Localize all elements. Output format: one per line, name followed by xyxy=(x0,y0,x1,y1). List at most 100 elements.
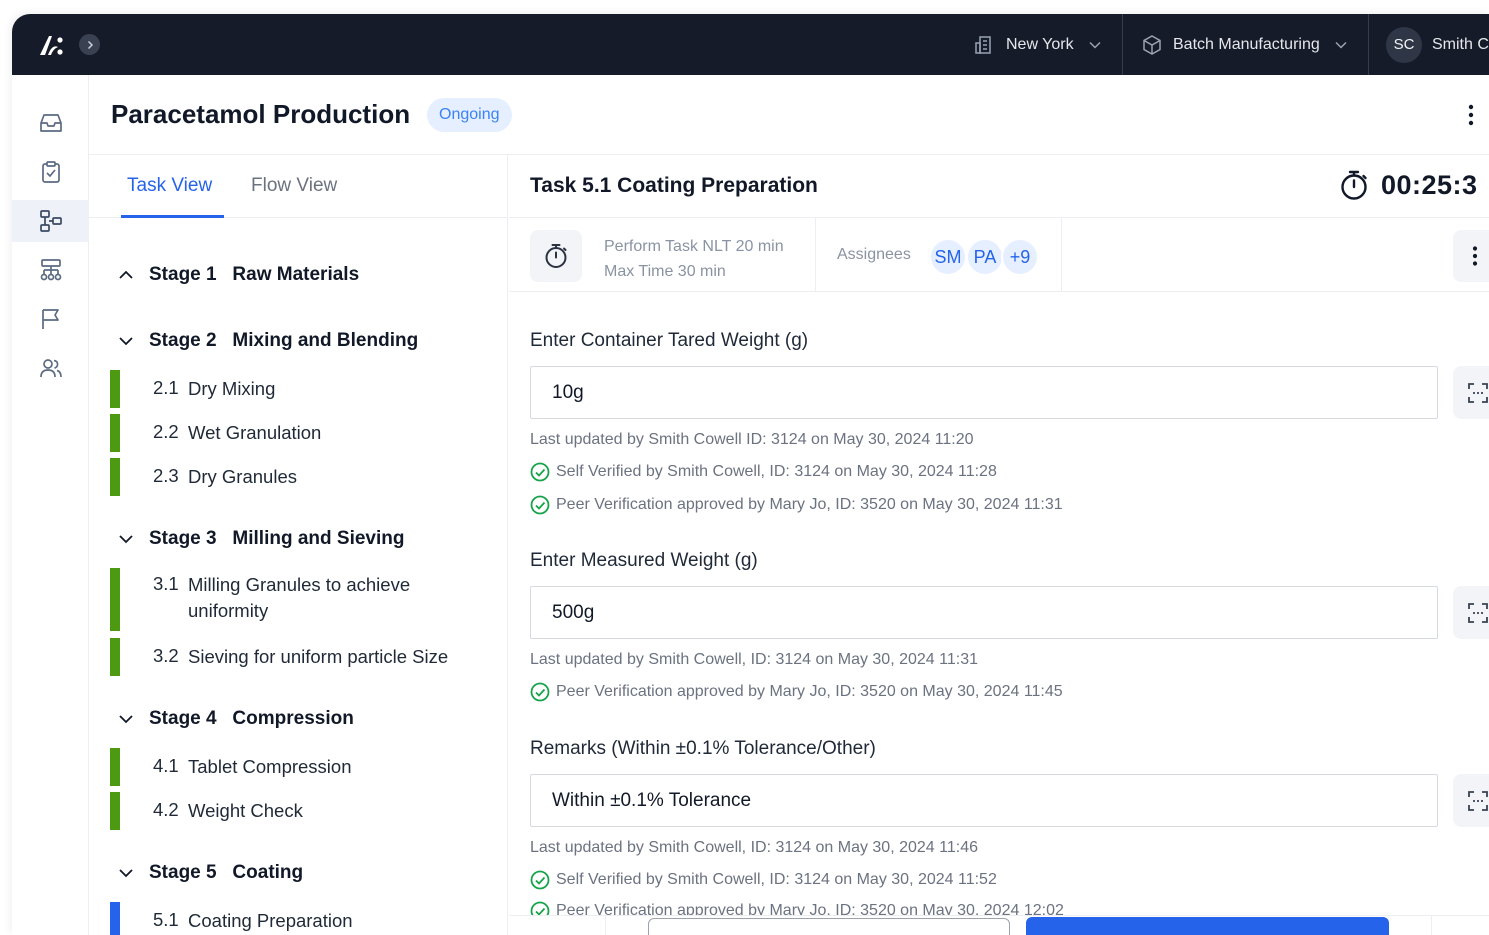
more-assignees-chip[interactable]: +9 xyxy=(1001,238,1039,276)
max-time: Max Time 30 min xyxy=(604,263,726,280)
last-updated-text: Last updated by Smith Cowell ID: 3124 on… xyxy=(530,431,974,448)
task-name: Coating Preparation xyxy=(188,910,353,931)
nav-inbox[interactable] xyxy=(12,102,89,144)
task-item[interactable]: 4.1 Tablet Compression xyxy=(110,748,352,786)
verification-text: Self Verified by Smith Cowell, ID: 3124 … xyxy=(556,463,997,480)
scan-button[interactable] xyxy=(1453,586,1489,639)
stage-label: Stage 2 Mixing and Blending xyxy=(149,330,419,351)
last-updated-text: Last updated by Smith Cowell, ID: 3124 o… xyxy=(530,839,978,856)
status-bar xyxy=(110,748,120,786)
stopwatch-icon xyxy=(545,244,567,268)
topbar-divider xyxy=(1122,14,1123,75)
scan-button[interactable] xyxy=(1453,774,1489,827)
field-label: Enter Measured Weight (g) xyxy=(530,550,758,571)
task-number: 2.2 xyxy=(153,421,179,442)
status-bar xyxy=(110,458,120,496)
task-item[interactable]: 2.2 Wet Granulation xyxy=(110,414,321,452)
task-number: 2.3 xyxy=(153,465,179,486)
task-item[interactable]: 2.1 Dry Mixing xyxy=(110,370,275,408)
stage-header[interactable]: Stage 5 Coating xyxy=(89,858,303,888)
field-label: Enter Container Tared Weight (g) xyxy=(530,330,809,351)
task-timer: 00:25:3 xyxy=(1339,169,1478,201)
stage-label: Stage 1 Raw Materials xyxy=(149,264,360,285)
stage-header[interactable]: Stage 4 Compression xyxy=(89,704,354,734)
chevron-right-icon xyxy=(87,40,93,49)
check-circle-icon xyxy=(530,462,550,482)
nav-users[interactable] xyxy=(12,347,89,389)
view-tabs: Task View Flow View xyxy=(89,155,507,218)
department-selector[interactable]: Batch Manufacturing xyxy=(1141,14,1348,75)
status-bar xyxy=(110,902,120,935)
assignees-label: Assignees xyxy=(837,246,911,263)
task-number: 2.1 xyxy=(153,377,179,398)
stage-header[interactable]: Stage 2 Mixing and Blending xyxy=(89,326,418,356)
task-item[interactable]: 3.1 Milling Granules to achieve uniformi… xyxy=(110,568,410,631)
chevron-down-icon xyxy=(1089,41,1101,49)
check-circle-icon xyxy=(530,495,550,515)
task-number: 4.1 xyxy=(153,755,179,776)
task-item[interactable]: 3.2 Sieving for uniform particle Size xyxy=(110,638,448,676)
task-item-active[interactable]: 5.1 Coating Preparation xyxy=(110,902,353,935)
task-name: Tablet Compression xyxy=(188,756,352,777)
task-name: Milling Granules to achieve xyxy=(188,574,411,595)
department-label: Batch Manufacturing xyxy=(1173,35,1320,53)
tab-task-view[interactable]: Task View xyxy=(127,175,212,197)
secondary-action-button[interactable] xyxy=(648,918,1010,935)
scan-button[interactable] xyxy=(1453,366,1489,419)
assignee-avatar[interactable]: SM xyxy=(929,238,967,276)
stage-label: Stage 5 Coating xyxy=(149,862,304,883)
process-flow-icon xyxy=(39,210,62,232)
stage-list-panel: Task View Flow View Stage 1 Raw Material… xyxy=(89,155,508,935)
task-name: Weight Check xyxy=(188,800,303,821)
box-icon xyxy=(1143,34,1161,55)
nav-process[interactable] xyxy=(12,200,89,242)
divider xyxy=(1431,916,1432,935)
verification-row: Self Verified by Smith Cowell, ID: 3124 … xyxy=(530,870,997,890)
location-selector[interactable]: New York xyxy=(974,14,1102,75)
status-badge: Ongoing xyxy=(427,98,512,132)
verification-row: Self Verified by Smith Cowell, ID: 3124 … xyxy=(530,462,997,482)
stage-header[interactable]: Stage 1 Raw Materials xyxy=(89,260,359,290)
nav-tasks[interactable] xyxy=(12,151,89,193)
primary-action-button[interactable] xyxy=(1026,917,1389,935)
more-options-button[interactable] xyxy=(1451,95,1489,135)
last-updated-text: Last updated by Smith Cowell, ID: 3124 o… xyxy=(530,651,978,668)
task-more-button[interactable] xyxy=(1453,230,1489,282)
stage-header[interactable]: Stage 3 Milling and Sieving xyxy=(89,524,405,554)
chevron-down-icon xyxy=(119,869,133,878)
chevron-down-icon xyxy=(119,535,133,544)
app-window: New York Batch Manufacturing SC Smith C xyxy=(12,14,1489,935)
divider xyxy=(605,916,606,935)
status-bar xyxy=(110,568,120,631)
tared-weight-input[interactable]: 10g xyxy=(530,366,1438,419)
remarks-input[interactable]: Within ±0.1% Tolerance xyxy=(530,774,1438,827)
task-name: Wet Granulation xyxy=(188,422,322,443)
chevron-down-icon xyxy=(1335,41,1347,49)
timer-value: 00:25:3 xyxy=(1381,169,1478,200)
task-item[interactable]: 2.3 Dry Granules xyxy=(110,458,297,496)
status-bar xyxy=(110,370,120,408)
expand-sidebar-button[interactable] xyxy=(79,34,100,55)
scan-icon xyxy=(1468,602,1488,623)
measured-weight-input[interactable]: 500g xyxy=(530,586,1438,639)
building-icon xyxy=(975,35,991,54)
tab-flow-view[interactable]: Flow View xyxy=(251,175,337,197)
task-name: Sieving for uniform particle Size xyxy=(188,646,449,667)
inbox-icon xyxy=(39,114,62,132)
stage-label: Stage 3 Milling and Sieving xyxy=(149,528,405,549)
user-name: Smith C xyxy=(1432,35,1489,53)
nav-rail xyxy=(12,75,89,935)
nav-flags[interactable] xyxy=(12,298,89,340)
task-item[interactable]: 4.2 Weight Check xyxy=(110,792,303,830)
divider xyxy=(815,218,816,292)
topbar-divider xyxy=(1368,14,1369,75)
status-bar xyxy=(110,792,120,830)
app-logo-icon[interactable] xyxy=(36,30,66,60)
task-number: 3.2 xyxy=(153,645,179,666)
time-info-button[interactable] xyxy=(530,230,582,282)
nav-hierarchy[interactable] xyxy=(12,249,89,291)
assignee-avatar[interactable]: PA xyxy=(966,238,1004,276)
scan-icon xyxy=(1468,790,1488,811)
chevron-down-icon xyxy=(119,337,133,346)
user-menu[interactable]: SC Smith C xyxy=(1386,14,1489,75)
